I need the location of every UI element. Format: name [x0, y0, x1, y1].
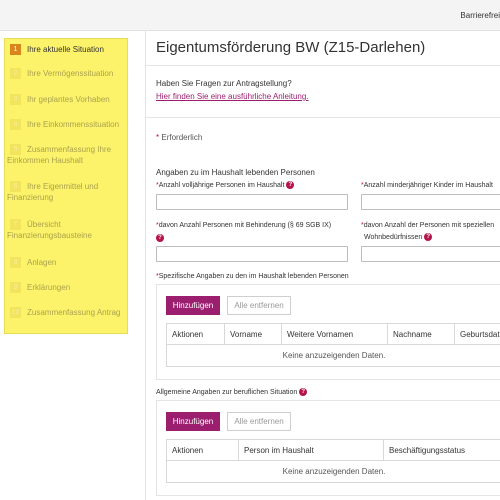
main-content: Eigentumsförderung BW (Z15-Darlehen) Hab… — [145, 31, 500, 500]
step-label-line2: Finanzierung — [7, 193, 54, 202]
step-1[interactable]: 1 Ihre aktuelle Situation — [5, 44, 129, 55]
add-job-button[interactable]: Hinzufügen — [166, 412, 220, 431]
top-bar: Barrierefrei — [0, 0, 500, 31]
step-label: Ihre Vermögenssituation — [27, 69, 114, 78]
job-section-title: Allgemeine Angaben zur beruflichen Situa… — [156, 388, 308, 398]
help-icon[interactable]: ? — [299, 388, 308, 397]
accessibility-link[interactable]: Barrierefrei — [460, 11, 500, 20]
step-5[interactable]: 5 Zusammenfassung Ihre Einkommen Haushal… — [5, 144, 129, 166]
step-label-line2: Einkommen Haushalt — [7, 156, 84, 165]
household-section-title: Angaben zu im Haushalt lebenden Personen — [156, 168, 315, 177]
step-number: 2 — [10, 68, 21, 79]
special-needs-input[interactable] — [361, 246, 500, 262]
step-label: Anlagen — [27, 258, 57, 267]
help-icon[interactable]: ? — [156, 234, 164, 243]
required-note: * Erforderlich — [156, 133, 202, 142]
help-guide-link[interactable]: Hier finden Sie eine ausführliche Anleit… — [156, 92, 309, 101]
minors-input[interactable] — [361, 194, 500, 210]
step-3[interactable]: 3 Ihr geplantes Vorhaben — [5, 94, 129, 105]
step-label: Übersicht — [27, 220, 61, 229]
step-10[interactable]: 10 Zusammenfassung Antrag — [5, 307, 129, 318]
required-star: * — [156, 133, 160, 142]
empty-row: Keine anzuzeigenden Daten. — [282, 351, 386, 360]
job-section-text: Allgemeine Angaben zur beruflichen Situa… — [156, 389, 298, 396]
column-header[interactable]: Aktionen — [167, 324, 224, 345]
special-needs-label: *davon Anzahl der Personen mit spezielle… — [361, 221, 494, 231]
step-label: Zusammenfassung Antrag — [27, 308, 121, 317]
special-needs-label-line2: Wohnbedürfnissen — [364, 234, 423, 241]
table-header: Aktionen Vorname Weitere Vornamen Nachna… — [167, 324, 500, 345]
step-label: Ihr geplantes Vorhaben — [27, 95, 110, 104]
step-sidebar: 1 Ihre aktuelle Situation 2 Ihre Vermöge… — [4, 38, 128, 334]
column-header[interactable]: Aktionen — [167, 440, 238, 461]
step-label: Erklärungen — [27, 283, 71, 292]
step-label-line2: Finanzierungsbausteine — [7, 231, 92, 240]
step-label: Zusammenfassung Ihre — [27, 145, 112, 154]
column-header[interactable]: Nachname — [387, 324, 454, 345]
step-label: Ihre aktuelle Situation — [27, 45, 104, 54]
persons-section-title: *Spezifische Angaben zu den im Haushalt … — [156, 272, 349, 282]
disabled-label-text: davon Anzahl Personen mit Behinderung (§… — [158, 222, 332, 229]
add-person-button[interactable]: Hinzufügen — [166, 296, 220, 315]
page-title: Eigentumsförderung BW (Z15-Darlehen) — [156, 39, 426, 56]
step-label: Ihre Einkommenssituation — [27, 120, 120, 129]
help-icon[interactable]: ? — [286, 181, 295, 190]
step-number: 4 — [10, 119, 21, 130]
help-question: Haben Sie Fragen zur Antragstellung? — [156, 79, 292, 88]
column-header[interactable]: Weitere Vornamen — [281, 324, 387, 345]
step-number: 3 — [10, 94, 21, 105]
adults-input[interactable] — [156, 194, 348, 210]
step-2[interactable]: 2 Ihre Vermögenssituation — [5, 68, 129, 79]
step-number: 6 — [10, 181, 21, 192]
step-6[interactable]: 6 Ihre Eigenmittel und Finanzierung — [5, 181, 129, 203]
minors-label-text: Anzahl minderjähriger Kinder im Haushalt — [363, 182, 493, 189]
disabled-label: *davon Anzahl Personen mit Behinderung (… — [156, 221, 331, 231]
empty-row: Keine anzuzeigenden Daten. — [282, 467, 386, 476]
remove-all-persons-button[interactable]: Alle entfernen — [227, 296, 291, 315]
column-header[interactable]: Geburtsdatum — [454, 324, 500, 345]
step-8[interactable]: 8 Anlagen — [5, 257, 129, 268]
special-needs-label-text: davon Anzahl der Personen mit speziellen — [363, 222, 495, 229]
column-header[interactable]: Beschäftigungsstatus — [383, 440, 500, 461]
step-9[interactable]: 9 Erklärungen — [5, 282, 129, 293]
adults-label: *Anzahl volljährige Personen im Haushalt… — [156, 181, 295, 191]
persons-table: Aktionen Vorname Weitere Vornamen Nachna… — [166, 323, 500, 367]
title-row: Eigentumsförderung BW (Z15-Darlehen) — [146, 31, 500, 66]
step-number: 8 — [10, 257, 21, 268]
job-table: Aktionen Person im Haushalt Beschäftigun… — [166, 439, 500, 483]
step-label: Ihre Eigenmittel und — [27, 182, 99, 191]
remove-all-jobs-button[interactable]: Alle entfernen — [227, 412, 291, 431]
minors-label: *Anzahl minderjähriger Kinder im Haushal… — [361, 181, 493, 191]
step-number: 9 — [10, 282, 21, 293]
disabled-input[interactable] — [156, 246, 348, 262]
step-number: 7 — [10, 219, 21, 230]
persons-section-text: Spezifische Angaben zu den im Haushalt l… — [158, 273, 349, 280]
column-header[interactable]: Vorname — [224, 324, 281, 345]
step-number: 1 — [10, 44, 21, 55]
step-7[interactable]: 7 Übersicht Finanzierungsbausteine — [5, 219, 129, 241]
help-icon[interactable]: ? — [424, 233, 433, 242]
step-number: 10 — [10, 307, 21, 318]
column-header[interactable]: Person im Haushalt — [238, 440, 383, 461]
adults-label-text: Anzahl volljährige Personen im Haushalt — [158, 182, 285, 189]
step-4[interactable]: 4 Ihre Einkommenssituation — [5, 119, 129, 130]
divider — [146, 117, 500, 118]
table-header: Aktionen Person im Haushalt Beschäftigun… — [167, 440, 500, 461]
required-text: Erforderlich — [161, 133, 203, 142]
step-number: 5 — [10, 144, 21, 155]
